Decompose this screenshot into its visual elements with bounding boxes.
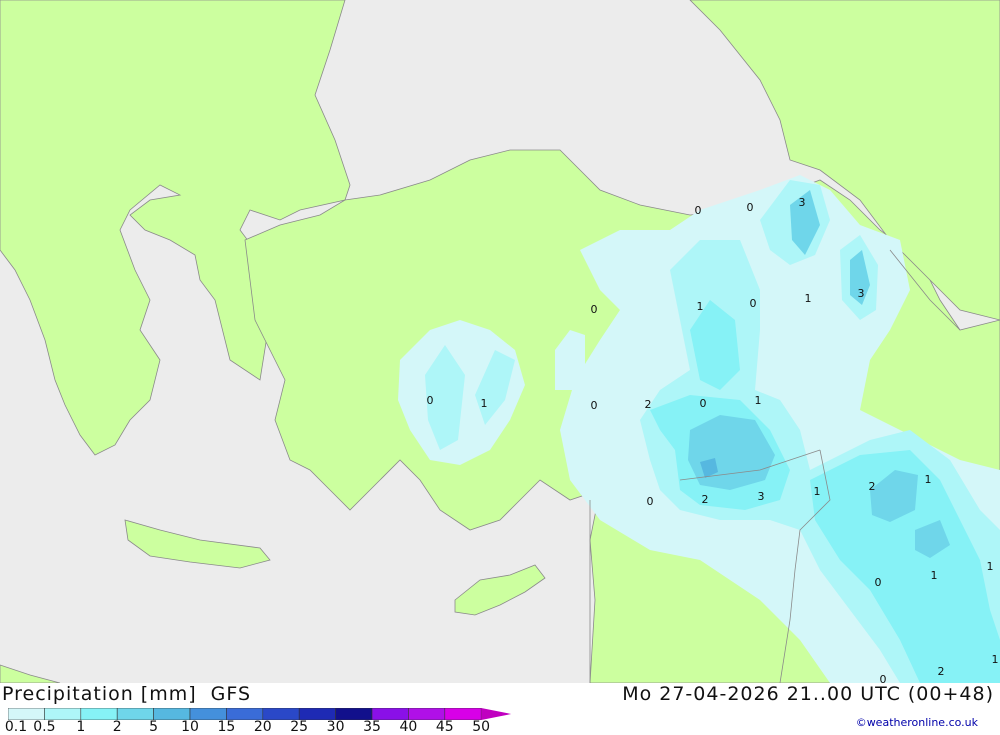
map-label: 1 — [925, 473, 932, 486]
title-text: Precipitation [mm] — [2, 683, 197, 705]
footer: Precipitation [mm] GFS Mo 27-04-2026 21..… — [0, 683, 1000, 735]
map-label: 0 — [700, 397, 707, 410]
valid-time: Mo 27-04-2026 21..00 UTC (00+48) — [622, 683, 994, 705]
map-label: 0 — [427, 394, 434, 407]
map-label: 1 — [992, 653, 999, 666]
precipitation-map: 0 0 3 0 1 0 1 3 0 1 0 1 2 0 1 2 3 1 2 1 … — [0, 0, 1000, 683]
map-label: 2 — [645, 398, 652, 411]
credit-link[interactable]: ©weatheronline.co.uk — [856, 716, 978, 729]
map-label: 0 — [880, 673, 887, 683]
map-label: 0 — [647, 495, 654, 508]
map-label: 0 — [875, 576, 882, 589]
map-title: Precipitation [mm] GFS — [2, 683, 251, 705]
map-label: 1 — [755, 394, 762, 407]
map-label: 1 — [697, 300, 704, 313]
map-label: 3 — [799, 196, 806, 209]
map-label: 3 — [858, 287, 865, 300]
map-label: 0 — [591, 399, 598, 412]
map-label: 1 — [805, 292, 812, 305]
map-label: 2 — [869, 480, 876, 493]
legend-swatch — [116, 708, 154, 720]
map-label: 1 — [987, 560, 994, 573]
map-label: 0 — [695, 204, 702, 217]
map-label: 3 — [758, 490, 765, 503]
map-label: 2 — [702, 493, 709, 506]
map-label: 0 — [591, 303, 598, 316]
map-label: 1 — [931, 569, 938, 582]
map-label: 0 — [750, 297, 757, 310]
map-label: 2 — [938, 665, 945, 678]
model-name: GFS — [210, 683, 252, 705]
map-label: 0 — [747, 201, 754, 214]
map-label: 1 — [814, 485, 821, 498]
map-label: 1 — [481, 397, 488, 410]
